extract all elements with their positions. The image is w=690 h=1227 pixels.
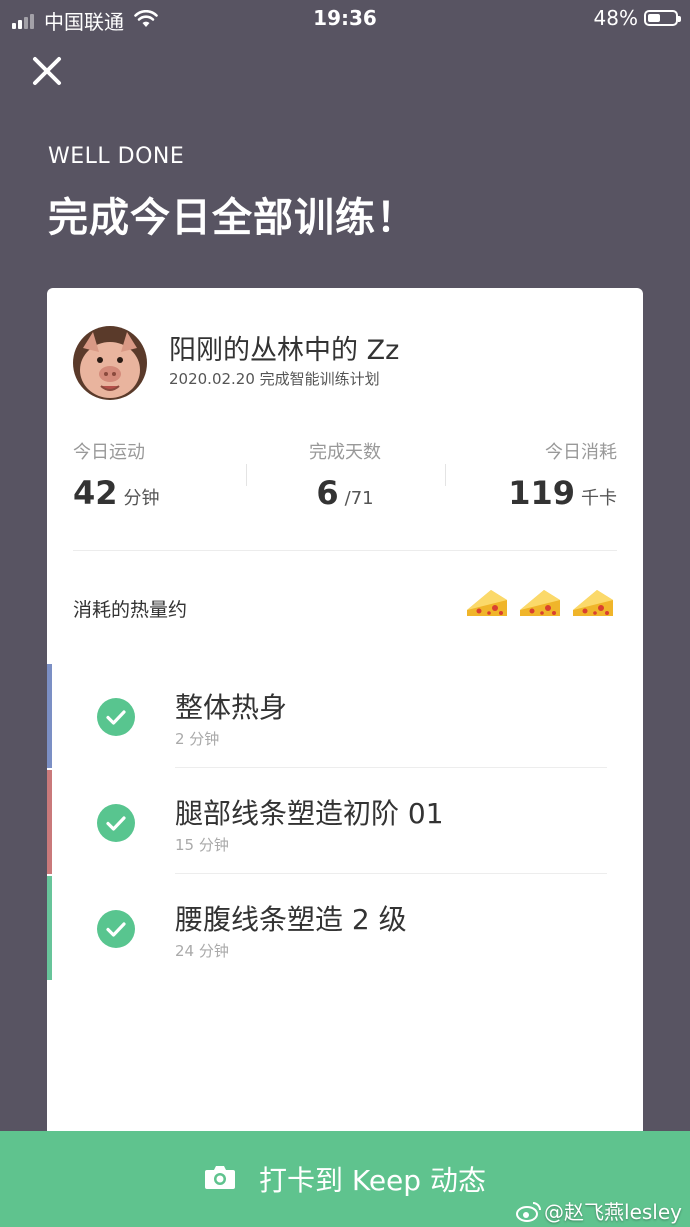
page-title: 完成今日全部训练！ <box>48 195 417 241</box>
check-icon <box>97 804 135 842</box>
session-title: 腿部线条塑造初阶 01 <box>175 797 444 830</box>
session-duration: 24 分钟 <box>175 942 229 960</box>
stat-calories: 今日消耗 119 千卡 <box>508 438 617 512</box>
check-icon <box>97 698 135 736</box>
status-right: 48% <box>593 6 681 30</box>
user-name: 阳刚的丛林中的 Zz <box>169 335 400 366</box>
battery-icon <box>644 10 681 26</box>
cheese-icon <box>518 588 562 620</box>
cheese-icon <box>465 588 509 620</box>
checkin-label: 打卡到 Keep 动态 <box>258 1164 486 1197</box>
watermark: @赵飞燕lesley <box>516 1196 682 1227</box>
session-duration: 15 分钟 <box>175 836 229 854</box>
stat-value: 119 <box>508 474 575 512</box>
stat-unit: 分钟 <box>123 488 160 509</box>
summary-card: 阳刚的丛林中的 Zz 2020.02.20 完成智能训练计划 今日运动 42 分钟… <box>47 288 643 1148</box>
stat-divider <box>445 464 446 486</box>
cheese-icon <box>571 588 615 620</box>
status-bar: 中国联通 19:36 48% <box>0 0 690 36</box>
stat-unit: /71 <box>344 488 374 509</box>
stat-label: 完成天数 <box>309 442 381 463</box>
check-icon <box>97 910 135 948</box>
calorie-equivalent-label: 消耗的热量约 <box>73 599 188 621</box>
session-title: 腰腹线条塑造 2 级 <box>175 903 407 936</box>
session-title: 整体热身 <box>175 691 288 724</box>
stat-unit: 千卡 <box>581 488 617 509</box>
session-duration: 2 分钟 <box>175 730 220 748</box>
clock: 19:36 <box>313 6 377 30</box>
stat-value: 42 <box>73 474 118 512</box>
stat-value: 6 <box>316 474 339 512</box>
avatar[interactable] <box>73 326 147 400</box>
battery-percent: 48% <box>593 6 638 30</box>
calorie-icons <box>456 588 615 620</box>
eyebrow-text: WELL DONE <box>48 144 185 169</box>
session-color-bar <box>47 876 52 980</box>
session-item[interactable]: 腿部线条塑造初阶 01 15 分钟 <box>47 770 643 874</box>
close-button[interactable] <box>30 54 64 88</box>
camera-icon <box>204 1164 236 1197</box>
stat-label: 今日消耗 <box>545 442 617 463</box>
session-item[interactable]: 腰腹线条塑造 2 级 24 分钟 <box>47 876 643 980</box>
session-color-bar <box>47 664 52 768</box>
session-divider <box>175 767 607 768</box>
stat-completed-days: 完成天数 6/71 <box>247 438 443 512</box>
plan-completion-date: 2020.02.20 完成智能训练计划 <box>169 370 380 388</box>
stat-exercise-time: 今日运动 42 分钟 <box>73 438 160 512</box>
watermark-text: @赵飞燕lesley <box>544 1200 682 1224</box>
weibo-icon <box>516 1200 542 1227</box>
session-color-bar <box>47 770 52 874</box>
session-item[interactable]: 整体热身 2 分钟 <box>47 664 643 768</box>
stat-label: 今日运动 <box>73 442 145 463</box>
divider <box>73 550 617 551</box>
session-divider <box>175 873 607 874</box>
